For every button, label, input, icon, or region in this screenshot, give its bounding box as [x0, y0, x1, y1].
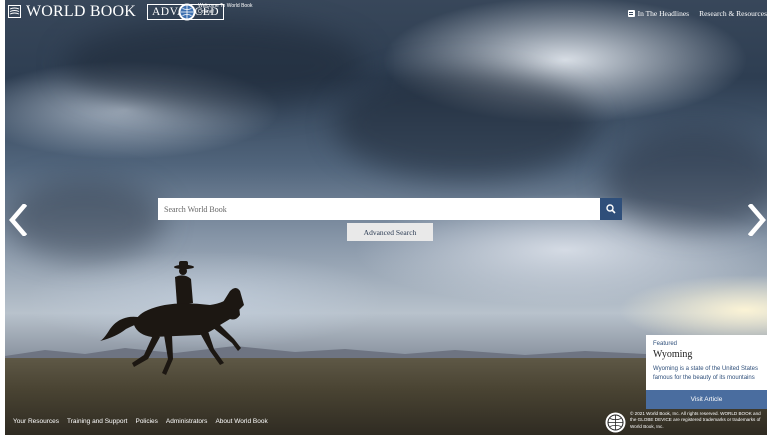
- chevron-left-icon[interactable]: [9, 204, 27, 236]
- news-icon: [627, 10, 635, 17]
- copyright-line: the GLOBE DEVICE are registered trademar…: [630, 417, 761, 423]
- featured-title: Wyoming: [653, 349, 693, 360]
- featured-description-line: Wyoming is a state of the United States: [653, 366, 758, 372]
- featured-description-line: famous for the beauty of its mountains: [653, 375, 755, 381]
- chevron-right-icon[interactable]: [748, 204, 766, 236]
- top-navigation: In The Headlines Research & Resources: [627, 9, 767, 18]
- featured-description: Wyoming is a state of the United States …: [653, 365, 767, 383]
- globe-device-icon: [178, 3, 196, 21]
- cloud: [335, 70, 595, 180]
- featured-card: Featured Wyoming Wyoming is a state of t…: [646, 335, 767, 409]
- search-button[interactable]: [600, 198, 622, 220]
- cloud: [605, 130, 767, 230]
- footer-link-policies[interactable]: Policies: [135, 418, 157, 425]
- cloud: [5, 180, 165, 260]
- cloud: [65, 20, 365, 110]
- book-logo-icon: [8, 5, 21, 18]
- welcome-text: Welcome To World Book Online!: [198, 3, 253, 15]
- visit-article-button[interactable]: Visit Article: [646, 390, 767, 409]
- nav-label: In The Headlines: [637, 9, 690, 18]
- footer-link-administrators[interactable]: Administrators: [166, 418, 208, 425]
- copyright-line: World Book, Inc.: [630, 423, 664, 429]
- footer-link-training-support[interactable]: Training and Support: [67, 418, 127, 425]
- logo-text: WORLD BOOK: [26, 3, 136, 20]
- search-icon: [606, 204, 616, 214]
- footer-link-about-world-book[interactable]: About World Book: [215, 418, 267, 425]
- advanced-search-button[interactable]: Advanced Search: [347, 223, 433, 241]
- nav-research-resources[interactable]: Research & Resources: [699, 9, 767, 18]
- search-input[interactable]: [158, 198, 600, 220]
- nav-in-the-headlines[interactable]: In The Headlines: [627, 9, 690, 18]
- footer-link-your-resources[interactable]: Your Resources: [13, 418, 59, 425]
- globe-device-icon: [605, 412, 626, 433]
- horse-rider-silhouette: [100, 261, 244, 375]
- copyright-text: © 2021 World Book, Inc. All rights reser…: [630, 411, 767, 430]
- footer-links: Your Resources Training and Support Poli…: [13, 418, 268, 425]
- featured-kicker: Featured: [653, 341, 678, 347]
- nav-label: Research & Resources: [699, 9, 767, 18]
